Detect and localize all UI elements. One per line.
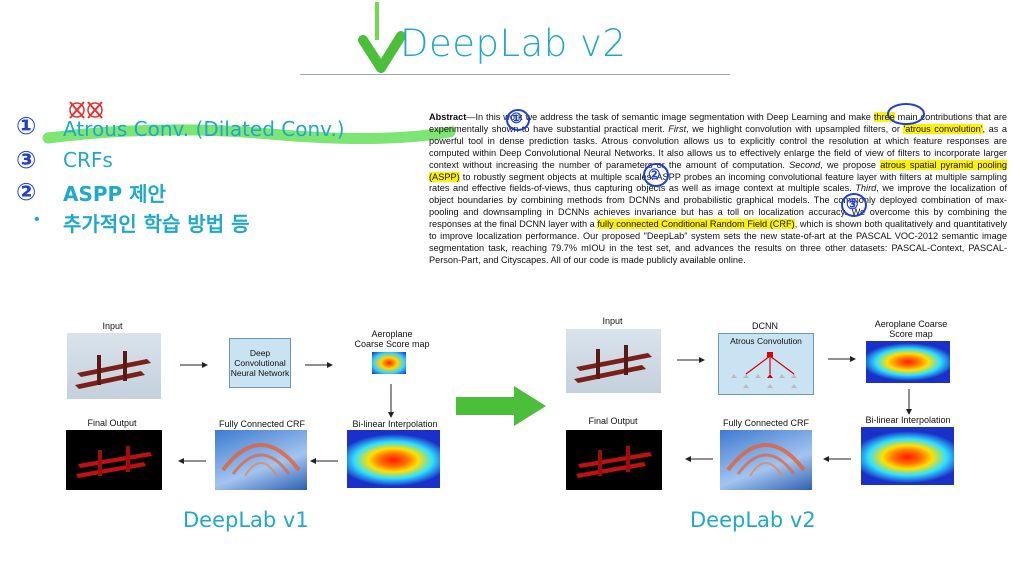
bullet-marker-2: ②	[16, 178, 37, 206]
flow-arrow-icon	[310, 458, 338, 464]
v2-final-output	[566, 430, 662, 490]
flow-arrow-icon	[828, 356, 856, 362]
v2-input-label: Input	[602, 316, 623, 326]
v2-score-label: Aeroplane Coarse Score map	[874, 319, 948, 339]
annotation-mark-1: ①	[510, 110, 523, 126]
check-mark-icon	[358, 2, 406, 73]
v2-score-map	[866, 341, 950, 383]
v1-final-label: Final Output	[87, 418, 137, 428]
bullet-dot: •	[34, 211, 40, 228]
bullet-atrous-conv: Atrous Conv. (Dilated Conv.)	[63, 117, 345, 141]
flow-arrow-icon	[677, 357, 705, 363]
v1-crf-image	[215, 430, 307, 490]
v1-score-label: Aeroplane Coarse Score map	[354, 329, 430, 349]
v1-final-output	[66, 430, 162, 490]
annotation-mark-3: ③	[846, 196, 859, 212]
v1-bilinear-label: Bi-linear Interpolation	[352, 419, 438, 429]
bullet-marker-1: ①	[16, 112, 37, 140]
flow-arrow-icon	[685, 456, 713, 462]
flow-arrow-icon	[906, 389, 912, 415]
v1-input-image	[67, 333, 161, 399]
v2-dcnn-box: Atrous Convolution	[718, 333, 814, 395]
annotation-circles	[506, 103, 925, 217]
flow-arrow-icon	[305, 362, 333, 368]
highlight-crf: fully connected Conditional Random Field…	[597, 219, 795, 230]
v2-crf-label: Fully Connected CRF	[722, 418, 810, 428]
bullet-marker-3: ③	[16, 146, 37, 174]
v2-input-image	[566, 329, 661, 393]
flow-arrow-icon	[178, 458, 206, 464]
v2-upsampled-map	[861, 427, 954, 485]
footer-deeplab-v1: DeepLab v1	[183, 508, 309, 532]
v1-dcnn-box: Deep Convolutional Neural Network	[229, 338, 291, 388]
footer-deeplab-v2: DeepLab v2	[690, 508, 816, 532]
v1-crf-label: Fully Connected CRF	[218, 419, 306, 429]
bullet-crfs: CRFs	[63, 148, 113, 172]
v2-crf-image	[720, 430, 812, 490]
v2-bilinear-label: Bi-linear Interpolation	[865, 415, 951, 425]
v2-final-label: Final Output	[588, 416, 638, 426]
annotation-mark-2: ②	[648, 166, 661, 182]
title-divider	[300, 74, 730, 75]
abstract-label: Abstract	[429, 112, 467, 122]
flow-arrow-icon	[823, 456, 851, 462]
v1-score-map	[372, 352, 406, 374]
v1-upsampled-map	[347, 430, 440, 488]
slide-title: DeepLab v2	[400, 22, 627, 65]
bullet-aspp: ASPP 제안	[63, 182, 166, 206]
flow-arrow-icon	[180, 362, 208, 368]
flow-arrow-icon	[388, 384, 394, 418]
big-right-arrow-icon	[456, 386, 546, 426]
bullet-training: 추가적인 학습 방법 등	[63, 212, 250, 236]
v2-dcnn-label: DCNN	[752, 321, 778, 331]
v1-input-label: Input	[102, 321, 123, 331]
